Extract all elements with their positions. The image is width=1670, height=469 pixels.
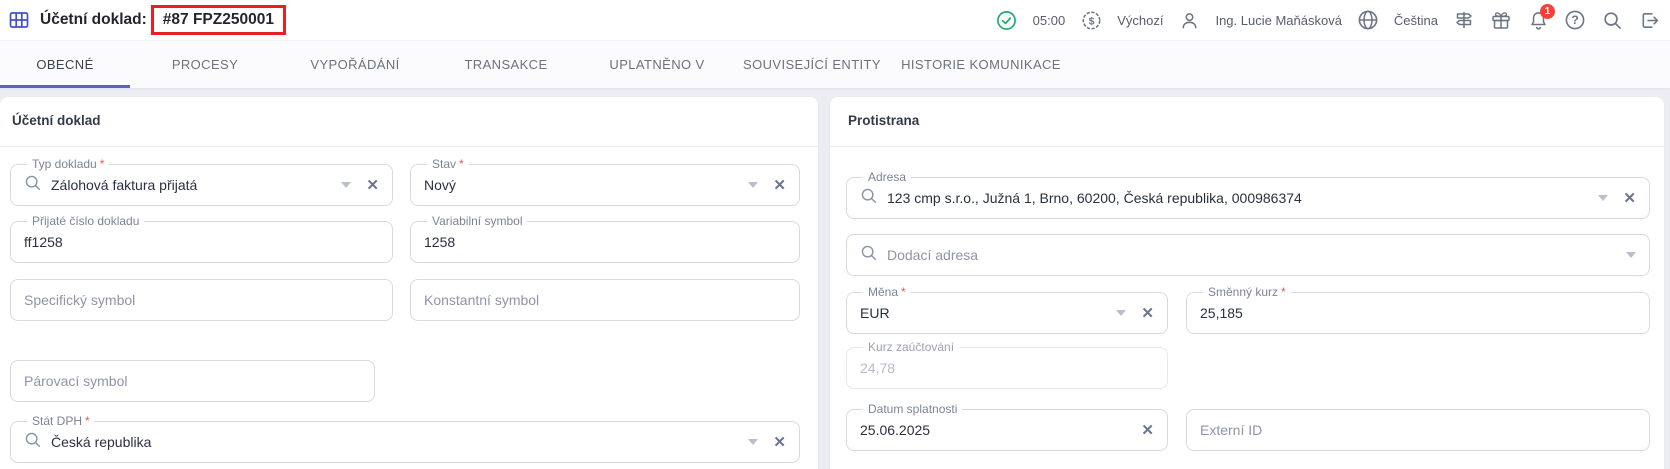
field-value[interactable]: Česká republika xyxy=(51,434,739,450)
app-screen: Účetní doklad: #87 FPZ250001 05:00 $ Výc… xyxy=(0,0,1670,469)
field-adresa[interactable]: Adresa 123 cmp s.r.o., Južná 1, Brno, 60… xyxy=(846,177,1650,219)
chevron-down-icon[interactable] xyxy=(1116,310,1126,316)
currency-seal-icon[interactable]: $ xyxy=(1080,9,1102,31)
top-bar: Účetní doklad: #87 FPZ250001 05:00 $ Výc… xyxy=(0,0,1670,41)
field-variabilni-symbol[interactable]: Variabilní symbol 1258 xyxy=(410,221,800,263)
field-mena[interactable]: Měna* EUR ✕ xyxy=(846,292,1168,334)
field-value[interactable]: 25.06.2025 xyxy=(860,422,1132,438)
svg-text:$: $ xyxy=(1088,15,1094,27)
field-label: Měna* xyxy=(863,285,911,300)
field-value[interactable]: 123 cmp s.r.o., Južná 1, Brno, 60200, Če… xyxy=(887,190,1589,206)
top-bar-actions: 05:00 $ Výchozí Ing. Lucie Maňásková xyxy=(996,9,1660,31)
card-title: Účetní doklad xyxy=(12,113,101,128)
field-externi-id[interactable]: Externí ID xyxy=(1186,409,1650,451)
search-icon xyxy=(24,431,42,454)
field-stat-dph[interactable]: Stát DPH* Česká republika ✕ xyxy=(10,421,800,463)
clear-icon[interactable]: ✕ xyxy=(773,435,786,450)
user-name[interactable]: Ing. Lucie Maňásková xyxy=(1215,13,1341,28)
field-value[interactable]: Nový xyxy=(424,177,739,193)
field-placeholder[interactable]: Externí ID xyxy=(1200,422,1636,438)
notifications-bell-icon[interactable]: 1 xyxy=(1527,9,1549,31)
field-label: Datum splatnosti xyxy=(863,402,962,417)
divider xyxy=(0,146,818,147)
field-prijate-cislo-dokladu[interactable]: Přijaté číslo dokladu ff1258 xyxy=(10,221,393,263)
field-typ-dokladu[interactable]: Typ dokladu* Zálohová faktura přijatá ✕ xyxy=(10,164,393,206)
field-value[interactable]: 1258 xyxy=(424,234,786,250)
tab-transakce[interactable]: TRANSAKCE xyxy=(430,41,582,88)
tab-obecne[interactable]: OBECNÉ xyxy=(0,41,130,88)
field-placeholder[interactable]: Dodací adresa xyxy=(887,247,1617,263)
notification-badge: 1 xyxy=(1540,4,1555,19)
field-kurz-zauctovani: Kurz zaúčtování 24,78 xyxy=(846,347,1168,389)
chevron-down-icon[interactable] xyxy=(1626,252,1636,258)
chevron-down-icon[interactable] xyxy=(748,182,758,188)
field-label: Variabilní symbol xyxy=(427,214,527,229)
field-label: Stát DPH* xyxy=(27,414,95,429)
clear-icon[interactable]: ✕ xyxy=(1623,191,1636,206)
currency-profile-label[interactable]: Výchozí xyxy=(1117,13,1163,28)
tab-bar: OBECNÉ PROCESY VYPOŘÁDÁNÍ TRANSAKCE UPLA… xyxy=(0,41,1670,88)
clear-icon[interactable]: ✕ xyxy=(773,178,786,193)
field-stav[interactable]: Stav* Nový ✕ xyxy=(410,164,800,206)
chevron-down-icon[interactable] xyxy=(748,439,758,445)
field-label: Typ dokladu* xyxy=(27,157,109,172)
field-label: Adresa xyxy=(863,170,911,185)
field-value[interactable]: EUR xyxy=(860,305,1107,321)
divider xyxy=(830,146,1664,147)
search-icon xyxy=(24,174,42,197)
tab-historie-komunikace[interactable]: HISTORIE KOMUNIKACE xyxy=(892,41,1070,88)
field-label: Přijaté číslo dokladu xyxy=(27,214,144,229)
clear-icon[interactable]: ✕ xyxy=(366,178,379,193)
field-datum-splatnosti[interactable]: Datum splatnosti 25.06.2025 ✕ xyxy=(846,409,1168,451)
field-placeholder[interactable]: Konstantní symbol xyxy=(424,292,786,308)
field-value[interactable]: 25,185 xyxy=(1200,305,1636,321)
gift-icon[interactable] xyxy=(1490,9,1512,31)
field-value[interactable]: ff1258 xyxy=(24,234,379,250)
title-group: Účetní doklad: #87 FPZ250001 xyxy=(8,5,286,35)
chevron-down-icon[interactable] xyxy=(341,182,351,188)
tab-souvisejici-entity[interactable]: SOUVISEJÍCÍ ENTITY xyxy=(732,41,892,88)
field-smenny-kurz[interactable]: Směnný kurz* 25,185 xyxy=(1186,292,1650,334)
globe-icon[interactable] xyxy=(1357,9,1379,31)
language-label[interactable]: Čeština xyxy=(1394,13,1438,28)
user-icon[interactable] xyxy=(1178,9,1200,31)
tab-vyporadani[interactable]: VYPOŘÁDÁNÍ xyxy=(280,41,430,88)
help-icon[interactable]: ? xyxy=(1564,9,1586,31)
field-dodaci-adresa[interactable]: Dodací adresa xyxy=(846,234,1650,276)
svg-text:?: ? xyxy=(1571,13,1578,27)
status-check-icon xyxy=(996,9,1018,31)
field-placeholder[interactable]: Párovací symbol xyxy=(24,373,361,389)
field-specificky-symbol[interactable]: Specifický symbol xyxy=(10,279,393,321)
field-label: Kurz zaúčtování xyxy=(863,340,959,355)
document-card: Účetní doklad Typ dokladu* Zálohová fakt… xyxy=(0,97,818,469)
field-label: Stav* xyxy=(427,157,469,172)
counterparty-card: Protistrana Adresa 123 cmp s.r.o., Južná… xyxy=(830,97,1664,469)
search-icon[interactable] xyxy=(1601,9,1623,31)
page-title: Účetní doklad: xyxy=(40,11,147,29)
field-placeholder[interactable]: Specifický symbol xyxy=(24,292,379,308)
clear-icon[interactable]: ✕ xyxy=(1141,423,1154,438)
card-title: Protistrana xyxy=(848,113,919,128)
clear-icon[interactable]: ✕ xyxy=(1141,306,1154,321)
tab-procesy[interactable]: PROCESY xyxy=(130,41,280,88)
search-icon xyxy=(860,187,878,210)
table-icon xyxy=(8,9,30,31)
tab-uplatneno-v[interactable]: UPLATNĚNO V xyxy=(582,41,732,88)
document-number-highlight: #87 FPZ250001 xyxy=(151,5,286,35)
field-label: Směnný kurz* xyxy=(1203,285,1291,300)
search-icon xyxy=(860,244,878,267)
field-value[interactable]: Zálohová faktura přijatá xyxy=(51,177,332,193)
signpost-icon[interactable] xyxy=(1453,9,1475,31)
field-value: 24,78 xyxy=(860,360,1154,376)
logout-icon[interactable] xyxy=(1638,9,1660,31)
chevron-down-icon[interactable] xyxy=(1598,195,1608,201)
field-parovaci-symbol[interactable]: Párovací symbol xyxy=(10,360,375,402)
session-timer: 05:00 xyxy=(1033,13,1066,28)
field-konstantni-symbol[interactable]: Konstantní symbol xyxy=(410,279,800,321)
